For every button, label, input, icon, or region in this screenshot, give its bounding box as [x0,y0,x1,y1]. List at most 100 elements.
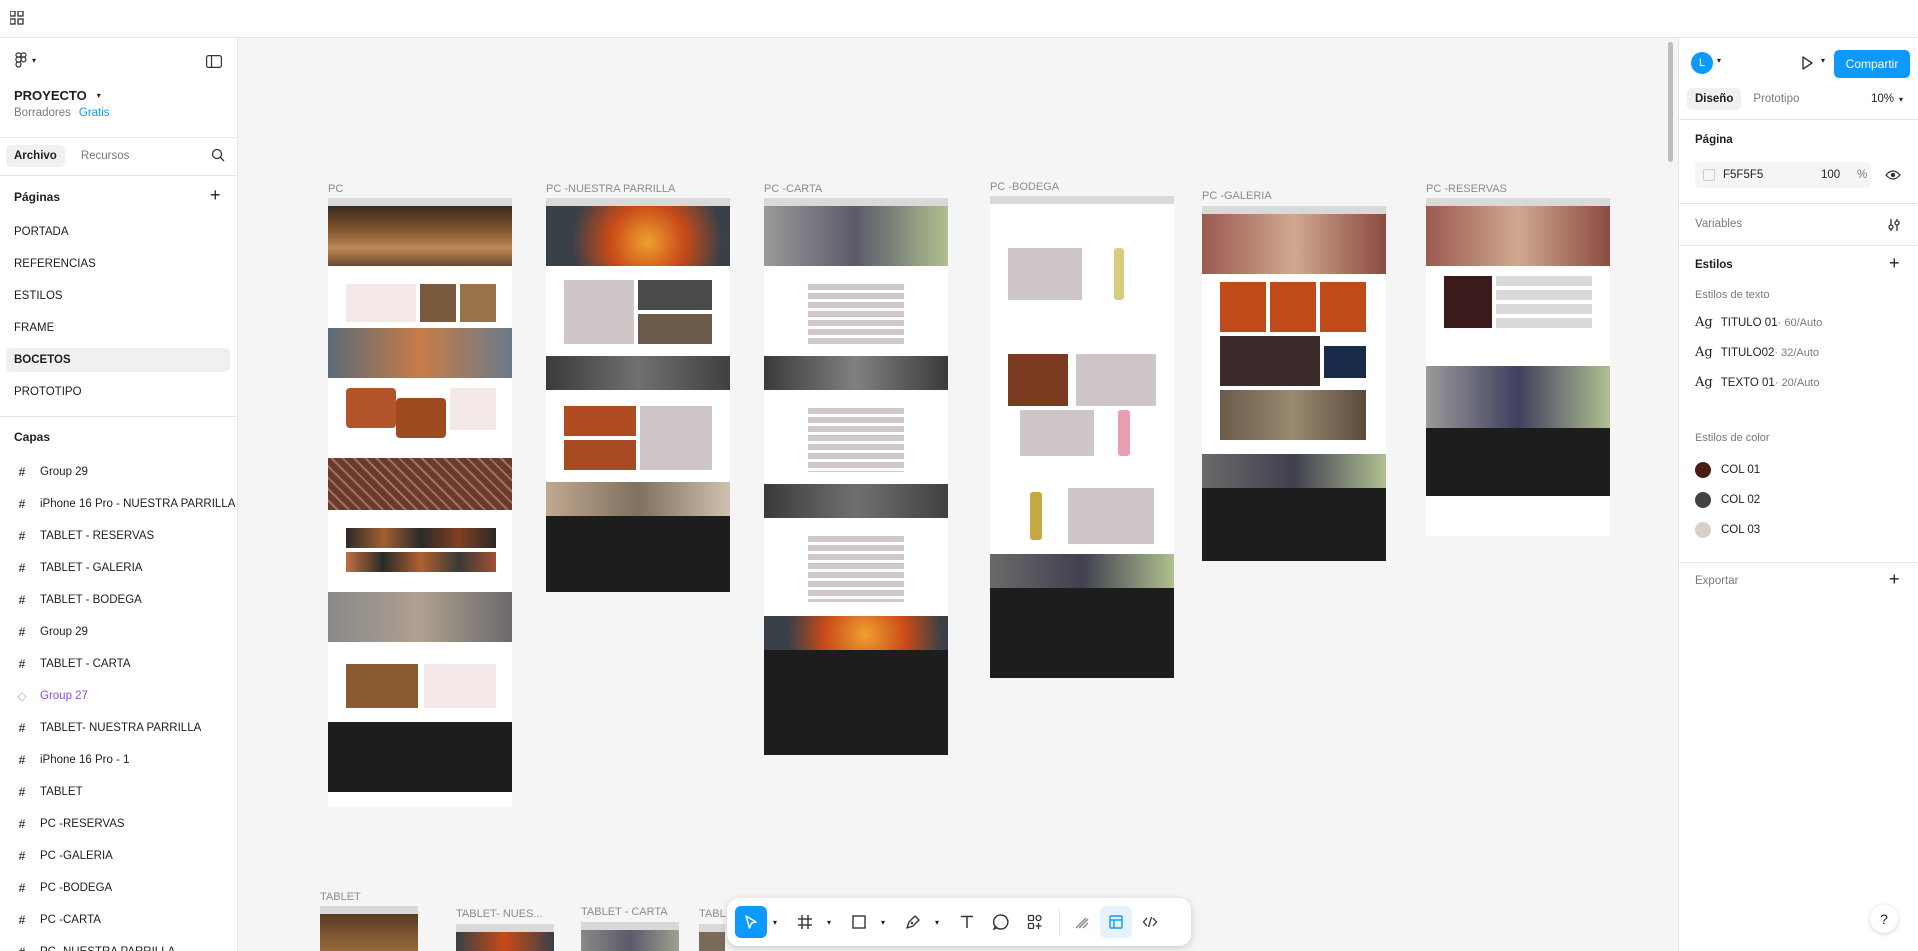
frame-pc-nuestra-parrilla[interactable] [546,198,730,592]
frame-pc-reservas[interactable] [1426,198,1610,536]
color-style-item[interactable]: COL 02 [1695,492,1760,508]
layer-row[interactable]: # iPhone 16 Pro - 1 [0,746,237,774]
text-style-item[interactable]: Ag TITULO 01 · 60/Auto [1695,315,1822,330]
frame-label-tablet-nuestra[interactable]: TABLET- NUES... [456,908,543,920]
add-page-icon[interactable]: + [210,185,221,206]
layer-row[interactable]: # TABLET - GALERIA [0,554,237,582]
page-item[interactable]: PROTOTIPO [6,380,230,404]
frame-icon: # [18,561,26,575]
frame-icon: # [16,946,28,951]
pen-tool-button[interactable] [897,906,929,938]
pen-tool-dropdown[interactable]: ▾ [931,906,943,938]
color-style-item[interactable]: COL 01 [1695,462,1760,478]
page-section-title: Página [1695,134,1733,146]
sidebar-toggle-icon[interactable] [206,55,222,68]
canvas-scrollbar[interactable] [1668,42,1673,162]
add-style-icon[interactable]: + [1889,253,1900,274]
frame-tablet[interactable] [320,906,418,951]
frame-tablet-nuestra[interactable] [456,924,554,951]
chevron-down-icon[interactable]: ▾ [1717,56,1721,65]
layer-row[interactable]: # TABLET - BODEGA [0,586,237,614]
frame-pc-galeria[interactable] [1202,206,1386,561]
frame-tool-button[interactable] [789,906,821,938]
color-style-item[interactable]: COL 03 [1695,522,1760,538]
page-item[interactable]: FRAME [6,316,230,340]
color-swatch[interactable] [1703,169,1715,181]
project-name[interactable]: PROYECTO ▾ [14,88,101,103]
layer-row[interactable]: # TABLET - CARTA [0,650,237,678]
tab-archivo[interactable]: Archivo [6,145,65,167]
play-icon[interactable] [1799,55,1815,71]
frame-label-tablet-other[interactable]: TABL [699,908,726,920]
frame-tablet-carta[interactable] [581,922,679,951]
drafts-link[interactable]: Borradores [14,107,71,119]
layer-row[interactable]: ◇ Group 27 [0,682,237,710]
frame-tool-dropdown[interactable]: ▾ [823,906,835,938]
grid-menu-icon[interactable] [10,11,24,25]
page-item[interactable]: REFERENCIAS [6,252,230,276]
layer-row[interactable]: # TABLET [0,778,237,806]
user-avatar[interactable]: L [1691,52,1713,74]
add-export-icon[interactable]: + [1889,569,1900,590]
layer-row[interactable]: # Group 29 [0,618,237,646]
tab-recursos[interactable]: Recursos [73,145,138,167]
shape-tool-dropdown[interactable]: ▾ [877,906,889,938]
chevron-down-icon[interactable]: ▾ [1821,56,1825,65]
move-tool-button[interactable] [735,906,767,938]
page-color-field[interactable]: F5F5F5 100 % [1695,162,1871,188]
page-item-active[interactable]: BOCETOS [6,348,230,372]
layer-row[interactable]: # Group 29 [0,458,237,486]
eye-icon[interactable] [1885,169,1901,181]
frame-label-tablet[interactable]: TABLET [320,891,361,903]
frame-pc[interactable] [328,198,512,807]
text-style-item[interactable]: Ag TITULO02 · 32/Auto [1695,345,1819,360]
frame-icon: # [18,657,26,671]
actions-button[interactable] [1019,906,1051,938]
frame-label-pc[interactable]: PC [328,183,343,195]
help-button[interactable]: ? [1870,905,1898,933]
shape-tool-button[interactable] [843,906,875,938]
search-icon[interactable] [211,148,225,162]
frame-label-pc-carta[interactable]: PC -CARTA [764,183,822,195]
main-menu-button[interactable]: ▾ [14,52,36,68]
draw-mode-button[interactable] [1066,906,1098,938]
move-tool-dropdown[interactable]: ▾ [769,906,781,938]
design-canvas[interactable]: PC PC -NUESTRA PARRILLA PC -CARTA PC -BO… [238,38,1678,951]
layer-row[interactable]: # PC -RESERVAS [0,810,237,838]
layer-row[interactable]: # iPhone 16 Pro - NUESTRA PARRILLA [0,490,237,518]
variables-icon[interactable] [1887,218,1901,232]
page-item[interactable]: PORTADA [6,220,230,244]
layer-row[interactable]: # PC -CARTA [0,906,237,934]
frame-label-pc-galeria[interactable]: PC -GALERIA [1202,190,1272,202]
plan-badge[interactable]: Gratis [79,107,110,119]
share-button[interactable]: Compartir [1834,50,1910,78]
frame-label-tablet-carta[interactable]: TABLET - CARTA [581,906,668,918]
text-style-item[interactable]: Ag TEXTO 01 · 20/Auto [1695,375,1819,390]
text-tool-button[interactable] [951,906,983,938]
frame-label-pc-nuestra-parrilla[interactable]: PC -NUESTRA PARRILLA [546,183,675,195]
page-opacity[interactable]: 100 [1821,169,1840,181]
tab-prototipo[interactable]: Prototipo [1745,88,1807,110]
page-label: PROTOTIPO [14,386,82,398]
bottom-toolbar: ▾ ▾ ▾ ▾ [727,898,1191,946]
frame-tablet-other[interactable] [699,924,725,951]
tab-diseno[interactable]: Diseño [1687,88,1742,110]
page-color-hex[interactable]: F5F5F5 [1723,169,1763,181]
design-mode-button[interactable] [1100,906,1132,938]
layer-row[interactable]: # PC -NUESTRA PARRILLA [0,938,237,951]
layer-row[interactable]: # TABLET - RESERVAS [0,522,237,550]
dev-mode-button[interactable] [1134,906,1166,938]
layer-row[interactable]: # PC -GALERIA [0,842,237,870]
page-item[interactable]: ESTILOS [6,284,230,308]
zoom-dropdown[interactable]: 10% ▾ [1871,93,1903,105]
export-title: Exportar [1695,575,1739,587]
layer-row[interactable]: # PC -BODEGA [0,874,237,902]
text-style-meta: · 60/Auto [1777,316,1823,329]
frame-label-pc-bodega[interactable]: PC -BODEGA [990,181,1059,193]
frame-label-pc-reservas[interactable]: PC -RESERVAS [1426,183,1507,195]
comment-tool-button[interactable] [985,906,1017,938]
layer-row[interactable]: # TABLET- NUESTRA PARRILLA [0,714,237,742]
text-styles-title: Estilos de texto [1695,289,1770,301]
frame-pc-carta[interactable] [764,198,948,755]
frame-pc-bodega[interactable] [990,196,1174,678]
